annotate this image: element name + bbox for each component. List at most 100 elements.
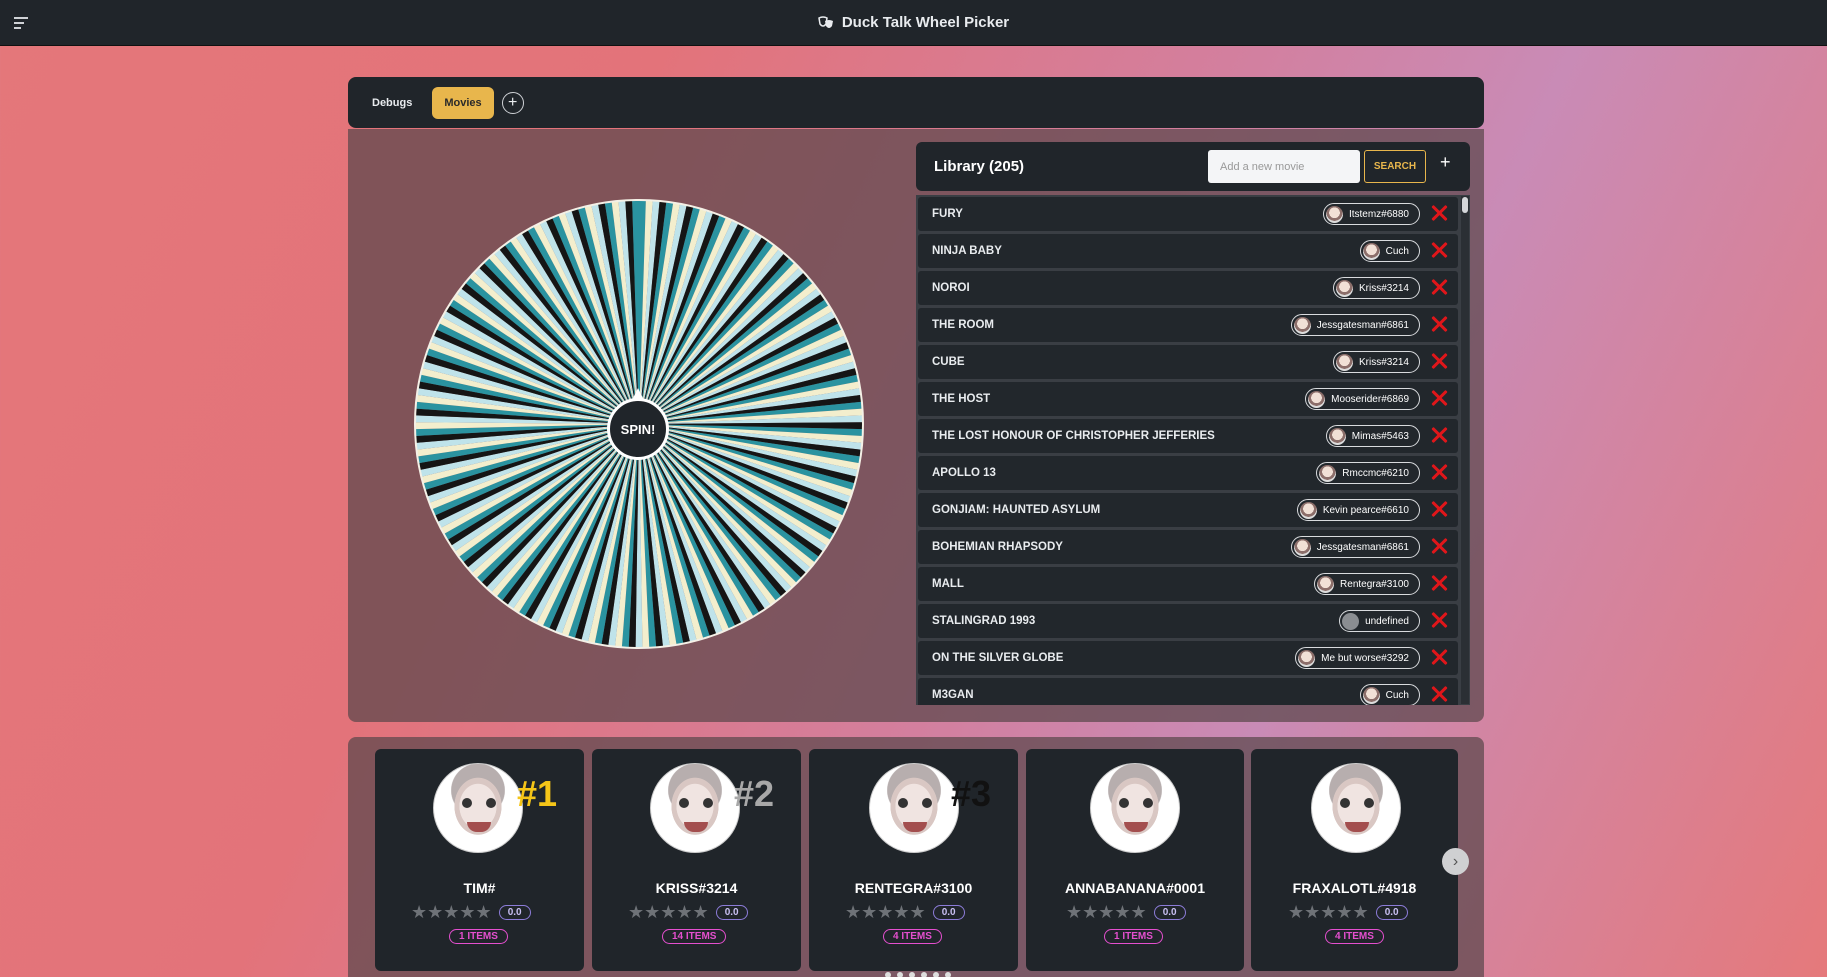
movie-title: THE LOST HONOUR OF CHRISTOPHER JEFFERIES <box>932 430 1215 442</box>
user-chip[interactable]: Kevin pearce#6610 <box>1296 499 1420 521</box>
carousel-dot[interactable] <box>921 972 927 977</box>
star-rating[interactable]: ★★★★★ 0.0 <box>845 902 965 923</box>
carousel-next-button[interactable]: › <box>1442 848 1469 875</box>
rank-label: #3 <box>951 773 992 814</box>
rating-value: 0.0 <box>498 905 531 920</box>
list-item[interactable]: MALL Rentegra#3100 <box>918 567 1458 601</box>
user-name: Me but worse#3292 <box>1321 652 1409 664</box>
add-movie-input[interactable] <box>1208 150 1360 183</box>
user-chip[interactable]: Kriss#3214 <box>1332 277 1420 299</box>
remove-icon[interactable] <box>1428 239 1450 261</box>
list-item[interactable]: THE HOST Mooserider#6869 <box>918 382 1458 416</box>
star-rating[interactable]: ★★★★★ 0.0 <box>1066 902 1186 923</box>
movie-list[interactable]: FURY Itstemz#6880 NINJA BABY Cuch NOROI Kri… <box>916 195 1470 705</box>
avatar <box>1090 763 1180 853</box>
star-rating[interactable]: ★★★★★ 0.0 <box>1288 902 1408 923</box>
list-item[interactable]: FURY Itstemz#6880 <box>918 197 1458 231</box>
remove-icon[interactable] <box>1428 313 1450 335</box>
items-badge: 1 ITEMS <box>449 929 508 944</box>
user-name: ANNABANANA#0001 <box>1064 880 1206 896</box>
remove-icon[interactable] <box>1428 461 1450 483</box>
user-card[interactable]: #3 RENTEGRA#3100 ★★★★★ 0.0 4 ITEMS <box>809 749 1018 971</box>
rating-value: 0.0 <box>1153 905 1186 920</box>
remove-icon[interactable] <box>1428 646 1450 668</box>
tab-debugs[interactable]: Debugs <box>360 87 424 119</box>
list-item[interactable]: CUBE Kriss#3214 <box>918 345 1458 379</box>
carousel-dot[interactable] <box>933 972 939 977</box>
user-chip[interactable]: undefined <box>1339 610 1420 632</box>
movie-title: GONJIAM: HAUNTED ASYLUM <box>932 504 1101 516</box>
user-card[interactable]: #1 TIM# ★★★★★ 0.0 1 ITEMS <box>375 749 584 971</box>
remove-icon[interactable] <box>1428 535 1450 557</box>
user-name: Cuch <box>1385 689 1409 701</box>
tab-movies[interactable]: Movies <box>432 86 494 119</box>
list-item[interactable]: STALINGRAD 1993 undefined <box>918 604 1458 638</box>
wheel-tabs: Debugs Movies + <box>348 77 1484 128</box>
list-item[interactable]: APOLLO 13 Rmccmc#6210 <box>918 456 1458 490</box>
movie-title: CUBE <box>932 356 965 368</box>
list-item[interactable]: NINJA BABY Cuch <box>918 234 1458 268</box>
list-scrollbar[interactable] <box>1461 196 1469 704</box>
avatar <box>1299 501 1317 519</box>
remove-icon[interactable] <box>1428 498 1450 520</box>
items-badge: 14 ITEMS <box>662 929 727 944</box>
items-badge: 4 ITEMS <box>883 929 942 944</box>
list-item[interactable]: M3GAN Cuch <box>918 678 1458 705</box>
user-name: Rmccmc#6210 <box>1342 467 1409 479</box>
star-rating[interactable]: ★★★★★ 0.0 <box>628 902 748 923</box>
movie-title: NINJA BABY <box>932 245 1002 257</box>
avatar <box>1325 205 1343 223</box>
avatar <box>1293 316 1311 334</box>
list-item[interactable]: THE LOST HONOUR OF CHRISTOPHER JEFFERIES… <box>918 419 1458 453</box>
user-chip[interactable]: Itstemz#6880 <box>1322 203 1420 225</box>
remove-icon[interactable] <box>1428 424 1450 446</box>
add-tab-button[interactable]: + <box>501 91 524 114</box>
top-bar: Duck Talk Wheel Picker <box>0 0 1827 46</box>
user-chip[interactable]: Mooserider#6869 <box>1305 388 1420 410</box>
user-chip[interactable]: Jessgatesman#6861 <box>1290 536 1420 558</box>
user-name: Rentegra#3100 <box>1340 578 1409 590</box>
remove-icon[interactable] <box>1428 202 1450 224</box>
carousel-dot[interactable] <box>909 972 915 977</box>
remove-icon[interactable] <box>1428 387 1450 409</box>
user-chip[interactable]: Kriss#3214 <box>1332 351 1420 373</box>
list-item[interactable]: THE ROOM Jessgatesman#6861 <box>918 308 1458 342</box>
menu-icon[interactable] <box>14 17 28 29</box>
remove-icon[interactable] <box>1428 276 1450 298</box>
carousel-dot[interactable] <box>945 972 951 977</box>
user-chip[interactable]: Cuch <box>1359 240 1420 262</box>
movie-title: FURY <box>932 208 963 220</box>
scrollbar-thumb[interactable] <box>1462 197 1468 213</box>
user-chip[interactable]: Rmccmc#6210 <box>1316 462 1420 484</box>
spin-button[interactable]: SPIN! <box>607 398 669 460</box>
remove-icon[interactable] <box>1428 609 1450 631</box>
star-rating[interactable]: ★★★★★ 0.0 <box>411 902 531 923</box>
user-chip[interactable]: Cuch <box>1359 684 1420 705</box>
movie-title: THE HOST <box>932 393 991 405</box>
remove-icon[interactable] <box>1428 572 1450 594</box>
user-card[interactable]: ANNABANANA#0001 ★★★★★ 0.0 1 ITEMS <box>1026 749 1244 971</box>
remove-icon[interactable] <box>1428 350 1450 372</box>
rating-value: 0.0 <box>715 905 748 920</box>
user-name: Kevin pearce#6610 <box>1322 504 1409 516</box>
avatar <box>1328 427 1346 445</box>
list-item[interactable]: GONJIAM: HAUNTED ASYLUM Kevin pearce#6610 <box>918 493 1458 527</box>
user-card[interactable]: FRAXALOTL#4918 ★★★★★ 0.0 4 ITEMS <box>1251 749 1458 971</box>
search-button[interactable]: SEARCH <box>1364 150 1426 183</box>
user-card[interactable]: #2 KRISS#3214 ★★★★★ 0.0 14 ITEMS <box>592 749 801 971</box>
user-name: Mimas#5463 <box>1351 430 1409 442</box>
list-item[interactable]: ON THE SILVER GLOBE Me but worse#3292 <box>918 641 1458 675</box>
user-chip[interactable]: Mimas#5463 <box>1325 425 1420 447</box>
remove-icon[interactable] <box>1428 683 1450 705</box>
user-chip[interactable]: Me but worse#3292 <box>1295 647 1420 669</box>
user-chip[interactable]: Rentegra#3100 <box>1314 573 1420 595</box>
avatar <box>1317 575 1335 593</box>
carousel-dot[interactable] <box>885 972 891 977</box>
add-movie-button[interactable]: + <box>1440 152 1451 173</box>
list-item[interactable]: BOHEMIAN RHAPSODY Jessgatesman#6861 <box>918 530 1458 564</box>
user-chip[interactable]: Jessgatesman#6861 <box>1290 314 1420 336</box>
movie-title: NOROI <box>932 282 970 294</box>
carousel-dot[interactable] <box>897 972 903 977</box>
list-item[interactable]: NOROI Kriss#3214 <box>918 271 1458 305</box>
avatar <box>1362 242 1380 260</box>
